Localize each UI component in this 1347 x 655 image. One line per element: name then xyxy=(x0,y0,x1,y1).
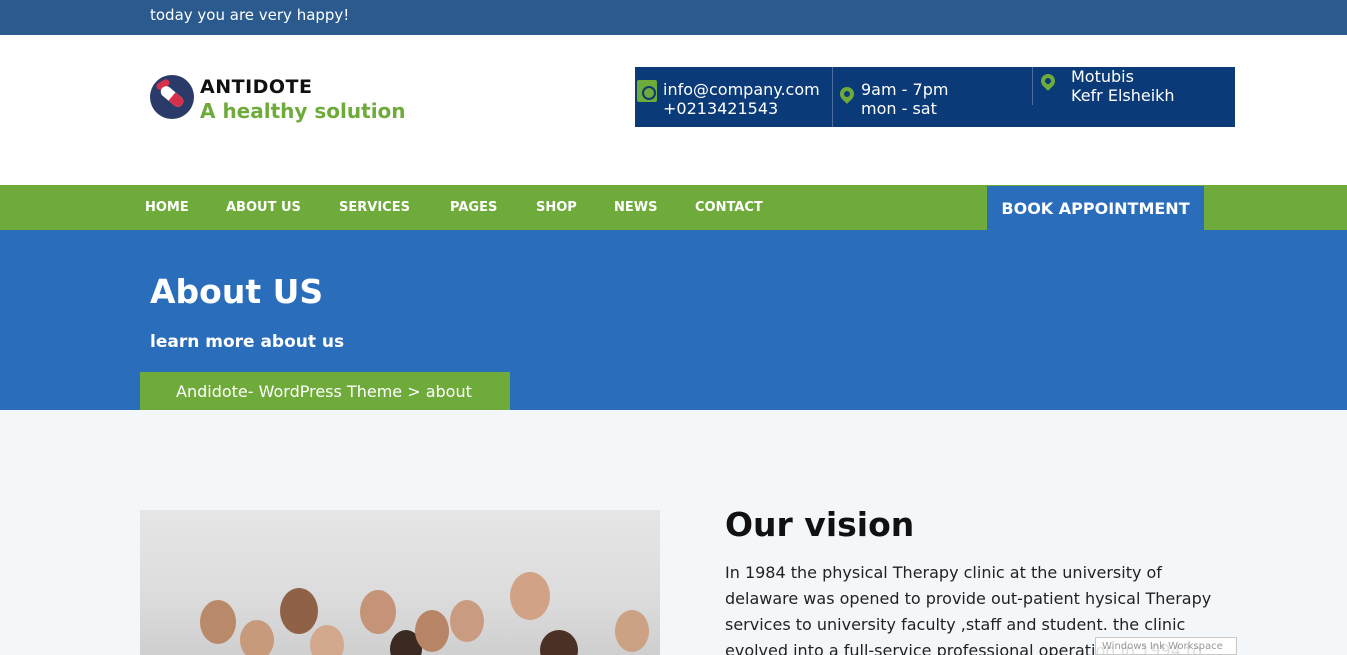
location-pin-icon xyxy=(837,84,857,104)
hours-text: 9am - 7pm xyxy=(861,80,949,99)
contact-phone[interactable]: +0213421543 xyxy=(663,99,820,118)
contact-email-phone: info@company.com +0213421543 xyxy=(635,67,833,127)
contact-hours: 9am - 7pm mon - sat xyxy=(833,67,1033,118)
location-line2: Kefr Elsheikh xyxy=(1071,86,1175,105)
site-header: ANTIDOTE A healthy solution info@company… xyxy=(0,35,1347,185)
mail-icon xyxy=(637,80,657,102)
nav-pages[interactable]: PAGES xyxy=(450,185,497,230)
announcement-text: today you are very happy! xyxy=(150,6,350,24)
nav-services[interactable]: SERVICES xyxy=(339,185,410,230)
system-watermark: Windows Ink Workspace xyxy=(1095,637,1237,655)
book-appointment-button[interactable]: BOOK APPOINTMENT xyxy=(987,186,1204,230)
vision-title: Our vision xyxy=(725,505,915,544)
team-photo xyxy=(140,510,660,655)
location-line1: Motubis xyxy=(1071,67,1134,86)
nav-news[interactable]: NEWS xyxy=(614,185,657,230)
contact-location: Motubis Kefr Elsheikh xyxy=(1033,67,1235,127)
brand-name[interactable]: ANTIDOTE xyxy=(200,76,313,98)
pills-icon[interactable] xyxy=(150,75,194,119)
nav-about-us[interactable]: ABOUT US xyxy=(226,185,301,230)
location-pin-icon xyxy=(1038,71,1058,91)
page-title: About US xyxy=(150,272,324,311)
page-subtitle: learn more about us xyxy=(150,332,345,352)
breadcrumb[interactable]: Andidote- WordPress Theme > about xyxy=(140,372,510,410)
page-hero: About US learn more about us Andidote- W… xyxy=(0,230,1347,410)
nav-shop[interactable]: SHOP xyxy=(536,185,577,230)
top-announcement-bar: today you are very happy! xyxy=(0,0,1347,35)
days-text: mon - sat xyxy=(861,99,937,118)
brand-tagline: A healthy solution xyxy=(200,99,406,123)
contact-email[interactable]: info@company.com xyxy=(663,80,820,99)
nav-contact[interactable]: CONTACT xyxy=(695,185,763,230)
main-navigation: HOME ABOUT US SERVICES PAGES SHOP NEWS C… xyxy=(0,185,1347,230)
nav-home[interactable]: HOME xyxy=(145,185,189,230)
contact-info-box: info@company.com +0213421543 9am - 7pm m… xyxy=(635,67,1235,127)
